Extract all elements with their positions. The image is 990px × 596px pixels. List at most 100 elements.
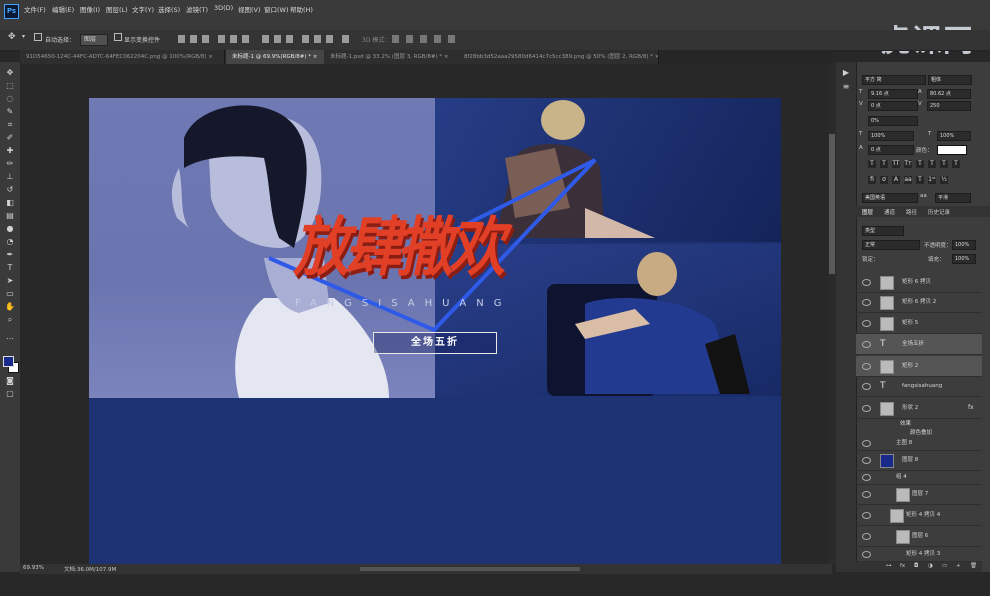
3d-scale-icon[interactable] xyxy=(448,35,455,43)
eraser-tool-icon[interactable]: ◧ xyxy=(5,198,15,207)
ordinal-icon[interactable]: 1ˢᵗ xyxy=(928,176,936,184)
move-tool-icon[interactable]: ✥ xyxy=(8,32,16,42)
eye-icon[interactable] xyxy=(862,551,871,558)
dodge-tool-icon[interactable]: ◔ xyxy=(5,237,15,246)
auto-select-dropdown[interactable]: 图层 xyxy=(80,34,108,46)
layer-row[interactable]: 形状 2 fx xyxy=(856,398,982,419)
3d-drag-icon[interactable] xyxy=(420,35,427,43)
tracking-field[interactable]: 250 xyxy=(927,101,971,111)
align-bottom-icon[interactable] xyxy=(242,35,249,43)
old-style-icon[interactable]: σ xyxy=(880,176,888,184)
opacity-field[interactable]: 100% xyxy=(952,240,976,250)
auto-select-checkbox[interactable] xyxy=(34,33,42,41)
eye-icon[interactable] xyxy=(862,383,871,390)
blur-tool-icon[interactable]: ● xyxy=(5,224,15,233)
distribute-icon[interactable] xyxy=(274,35,281,43)
font-family-dropdown[interactable]: 平方 简 xyxy=(862,75,926,85)
align-center-icon[interactable] xyxy=(190,35,197,43)
stamp-tool-icon[interactable]: ⊥ xyxy=(5,172,15,181)
eye-icon[interactable] xyxy=(862,533,871,540)
layer-group-row[interactable]: 组 4 xyxy=(856,470,982,485)
eye-icon[interactable] xyxy=(862,405,871,412)
distribute-icon[interactable] xyxy=(262,35,269,43)
adjust-icon[interactable]: ≡ xyxy=(841,82,851,91)
more-tools-icon[interactable]: … xyxy=(5,332,15,341)
mask-icon[interactable]: ◘ xyxy=(914,563,918,569)
swash-icon[interactable]: A xyxy=(892,176,900,184)
marquee-tool-icon[interactable]: ⬚ xyxy=(5,81,15,90)
tab-document-1[interactable]: 91D54650-124C-44FC-ADTC-64FEC062204C.png… xyxy=(20,50,225,64)
eyedropper-icon[interactable]: ✐ xyxy=(5,133,15,142)
underline-icon[interactable]: T xyxy=(940,160,948,168)
subscript-icon[interactable]: T xyxy=(928,160,936,168)
lasso-tool-icon[interactable]: ◌ xyxy=(5,94,15,103)
leading-field[interactable]: 80.62 点 xyxy=(927,89,971,99)
adjustment-icon[interactable]: ◑ xyxy=(928,563,933,569)
blend-mode-dropdown[interactable]: 正常 xyxy=(862,240,920,250)
ligature-icon[interactable]: fi xyxy=(868,176,876,184)
horizontal-scrollbar[interactable] xyxy=(360,567,580,571)
tab-document-active[interactable]: 未标题-1 @ 69.9%(RGB/8#) * × xyxy=(226,50,329,64)
fx-icon[interactable]: fx xyxy=(968,398,974,418)
language-dropdown[interactable]: 美国英语 xyxy=(862,193,918,203)
layer-row[interactable]: 图层 8 xyxy=(856,450,982,471)
kerning-field[interactable]: 0 点 xyxy=(868,101,918,111)
titling-icon[interactable]: T xyxy=(916,176,924,184)
hand-tool-icon[interactable]: ✋ xyxy=(5,302,15,311)
distribute-icon[interactable] xyxy=(286,35,293,43)
3d-slide-icon[interactable] xyxy=(434,35,441,43)
quick-select-icon[interactable]: ✎ xyxy=(5,107,15,116)
layer-row[interactable]: 矩形 4 拷贝 3 xyxy=(856,547,982,562)
tab-channels[interactable]: 通道 xyxy=(884,208,895,216)
eye-icon[interactable] xyxy=(862,491,871,498)
text-color-swatch[interactable] xyxy=(937,145,967,155)
menu-help[interactable]: 帮助(H) xyxy=(290,4,313,14)
menu-edit[interactable]: 编辑(E) xyxy=(52,4,74,14)
superscript-icon[interactable]: T xyxy=(916,160,924,168)
3d-rotate-icon[interactable] xyxy=(392,35,399,43)
menu-filter[interactable]: 滤镜(T) xyxy=(186,4,208,14)
layer-row[interactable]: 矩形 2 xyxy=(856,356,982,377)
font-size-field[interactable]: 9.16 点 xyxy=(868,89,918,99)
screen-mode-icon[interactable]: ▢ xyxy=(5,389,15,398)
foreground-color-swatch[interactable] xyxy=(3,356,14,367)
layer-filter-dropdown[interactable]: 类型 xyxy=(862,226,904,236)
menu-window[interactable]: 窗口(W) xyxy=(264,4,289,14)
layer-row[interactable]: 图层 7 xyxy=(856,484,982,505)
artboard[interactable]: 放肆撒欢 FANGSISAHUANG 全场五折 xyxy=(89,98,781,564)
horizontal-scale-field[interactable]: 100% xyxy=(937,131,971,141)
gradient-tool-icon[interactable]: ▤ xyxy=(5,211,15,220)
antialias-dropdown[interactable]: 平滑 xyxy=(935,193,971,203)
baseline-pct-field[interactable]: 0% xyxy=(868,116,918,126)
align-right-icon[interactable] xyxy=(202,35,209,43)
tab-layers[interactable]: 图层 xyxy=(862,208,873,216)
layer-row[interactable]: 矩形 5 xyxy=(856,313,982,334)
history-brush-icon[interactable]: ↺ xyxy=(5,185,15,194)
layer-row[interactable]: 图层 6 xyxy=(856,526,982,547)
chevron-down-icon[interactable]: ▾ xyxy=(22,33,25,40)
healing-brush-icon[interactable]: ✚ xyxy=(5,146,15,155)
document-size[interactable]: 文档:36.0M/107.9M xyxy=(64,565,116,573)
path-select-icon[interactable]: ➤ xyxy=(5,276,15,285)
3d-roll-icon[interactable] xyxy=(406,35,413,43)
trash-icon[interactable]: 🗑 xyxy=(970,563,977,569)
tab-document-3[interactable]: 未标题-1.psd @ 33.2% (图层 3, RGB/8#) * × xyxy=(324,50,463,64)
quick-mask-icon[interactable]: ◙ xyxy=(5,376,15,385)
tab-document-4[interactable]: 8f28bb3d52aaa29580d6414c7c5cc389.png @ 5… xyxy=(458,50,659,64)
faux-italic-icon[interactable]: T xyxy=(880,160,888,168)
distribute-icon[interactable] xyxy=(314,35,321,43)
eye-icon[interactable] xyxy=(862,320,871,327)
crop-tool-icon[interactable]: ⌗ xyxy=(5,120,15,129)
baseline-shift-field[interactable]: 0 点 xyxy=(868,145,914,155)
font-style-dropdown[interactable]: 粗体 xyxy=(928,75,972,85)
align-left-icon[interactable] xyxy=(178,35,185,43)
eye-icon[interactable] xyxy=(862,457,871,464)
scroll-thumb[interactable] xyxy=(829,134,835,274)
rectangle-tool-icon[interactable]: ▭ xyxy=(5,289,15,298)
type-tool-icon[interactable]: T xyxy=(5,263,15,272)
eye-icon[interactable] xyxy=(862,440,871,447)
new-layer-icon[interactable]: + xyxy=(956,563,961,569)
layer-row[interactable]: 矩形 6 拷贝 2 xyxy=(856,292,982,313)
layer-group-row[interactable]: 主图 8 xyxy=(856,436,982,451)
brush-tool-icon[interactable]: ✏ xyxy=(5,159,15,168)
